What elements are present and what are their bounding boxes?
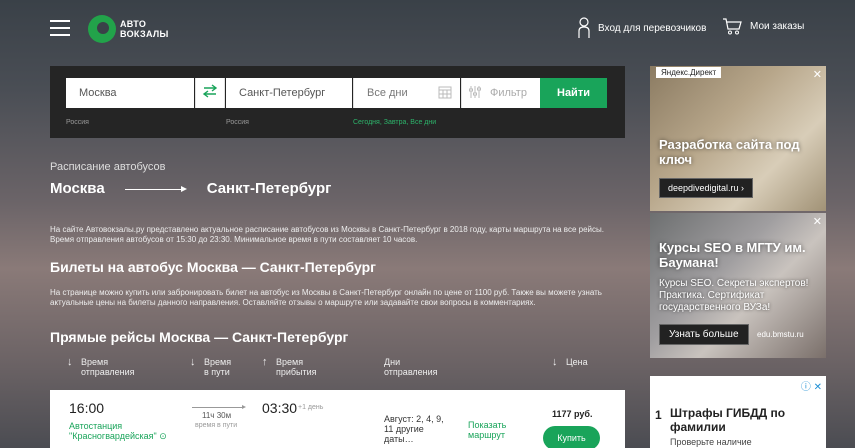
top-navigation: АВТО ВОКЗАЛЫ Вход для перевозчиков Мои з… <box>0 0 855 60</box>
ad-subtitle: Проверьте наличие <box>670 437 752 447</box>
date-input[interactable]: Все дни <box>353 78 460 108</box>
swap-direction-button[interactable] <box>195 78 225 108</box>
sort-departure[interactable]: ↓ Время отправления <box>67 357 135 378</box>
close-icon[interactable]: ✕ <box>813 215 822 228</box>
swap-arrows-icon <box>202 83 218 103</box>
station-link[interactable]: Автостанция "Красногвардейская" ⊙ <box>69 421 167 441</box>
ad-title: Курсы SEO в МГТУ им. Баумана! <box>659 240 806 270</box>
person-icon <box>578 17 590 39</box>
page-subtitle: Расписание автобусов <box>50 161 166 173</box>
search-panel: Москва Санкт-Петербург Все дни Фильтр На… <box>50 66 625 138</box>
date-quick-links[interactable]: Сегодня, Завтра, Все дни <box>353 119 436 126</box>
route-arrow-icon <box>124 184 187 194</box>
adchoices-icon[interactable]: ⓘ ✕ <box>801 378 822 393</box>
route-title: Москва Санкт-Петербург <box>50 180 331 197</box>
close-icon[interactable]: ✕ <box>813 68 822 81</box>
sort-price[interactable]: ↓ Цена <box>552 357 588 368</box>
column-days: Дни отправления <box>384 357 438 377</box>
departure-days[interactable]: Август: 2, 4, 9, 11 другие даты… <box>384 414 446 444</box>
hamburger-menu-icon[interactable] <box>50 20 70 36</box>
arrival-next-day: +1 день <box>298 404 324 411</box>
buy-button[interactable]: Купить <box>543 426 600 448</box>
learn-more-button[interactable]: Узнать больше <box>659 324 749 345</box>
from-input[interactable]: Москва <box>66 78 194 108</box>
sort-arrival[interactable]: ↑ Время прибытия <box>262 357 317 378</box>
trip-row: 16:00 Автостанция "Красногвардейская" ⊙ … <box>50 390 625 448</box>
carrier-login-link[interactable]: Вход для перевозчиков <box>578 17 706 39</box>
to-input[interactable]: Санкт-Петербург <box>226 78 352 108</box>
ad-link-button[interactable]: deepdivedigital.ru › <box>659 178 754 198</box>
duration-arrow-icon <box>192 405 246 409</box>
ad-text: Курсы SEO. Секреты экспертов! Практика. … <box>659 278 809 313</box>
filter-input[interactable]: Фильтр <box>461 78 540 108</box>
ad-banner-web-dev[interactable]: Яндекс.Директ ✕ Разработка сайта под клю… <box>650 66 826 211</box>
ad-title: Разработка сайта под ключ <box>659 137 800 167</box>
sort-arrow-icon: ↓ <box>67 356 73 368</box>
arrival-time: 03:30 <box>262 400 298 416</box>
my-orders-label: Мои заказы <box>750 20 805 32</box>
intro-text: На сайте Автовокзалы.ру представлено акт… <box>50 225 604 244</box>
logo-line2: ВОКЗАЛЫ <box>120 29 169 39</box>
direct-routes-heading: Прямые рейсы Москва — Санкт-Петербург <box>50 329 349 345</box>
my-orders-link[interactable]: Мои заказы <box>722 17 804 35</box>
filter-placeholder: Фильтр <box>490 87 527 99</box>
trip-duration: 11ч 30м <box>202 411 232 420</box>
ad-source-tag: Яндекс.Директ <box>656 67 722 78</box>
ad-banner-seo[interactable]: ✕ Курсы SEO в МГТУ им. Баумана! Курсы SE… <box>650 213 826 358</box>
ad-domain: edu.bmstu.ru <box>757 330 804 339</box>
date-placeholder: Все дни <box>367 87 408 99</box>
duration-label: время в пути <box>195 422 238 429</box>
logo-line1: АВТО <box>120 19 147 29</box>
ad-title: Штрафы ГИБДД по фамилии <box>670 406 786 434</box>
route-from: Москва <box>50 180 105 197</box>
show-route-link[interactable]: Показать маршрут <box>468 420 506 440</box>
route-to: Санкт-Петербург <box>206 180 332 197</box>
site-logo[interactable]: АВТО ВОКЗАЛЫ <box>88 15 169 43</box>
sort-arrow-icon: ↑ <box>262 356 268 368</box>
ticket-price: 1177 руб. <box>552 409 593 419</box>
cart-icon <box>722 17 742 35</box>
tickets-text: На странице можно купить или забронирова… <box>50 288 602 307</box>
departure-time: 16:00 <box>69 400 105 416</box>
sort-duration[interactable]: ↓ Время в пути <box>190 357 231 378</box>
calendar-icon <box>438 85 452 102</box>
tickets-heading: Билеты на автобус Москва — Санкт-Петербу… <box>50 259 376 275</box>
ad-banner-fines[interactable]: ⓘ ✕ 1 Штрафы ГИБДД по фамилии Проверьте … <box>650 376 826 448</box>
sort-arrow-icon: ↓ <box>190 356 196 368</box>
to-country-hint: Россия <box>226 119 249 126</box>
sliders-icon <box>468 85 482 102</box>
find-button[interactable]: Найти <box>540 78 607 108</box>
carrier-login-label: Вход для перевозчиков <box>598 22 707 34</box>
from-country-hint: Россия <box>66 119 89 126</box>
logo-mark-icon <box>88 15 116 43</box>
ad-number: 1 <box>655 408 662 422</box>
map-pin-icon: ⊙ <box>159 431 167 441</box>
sort-arrow-icon: ↓ <box>552 356 558 368</box>
